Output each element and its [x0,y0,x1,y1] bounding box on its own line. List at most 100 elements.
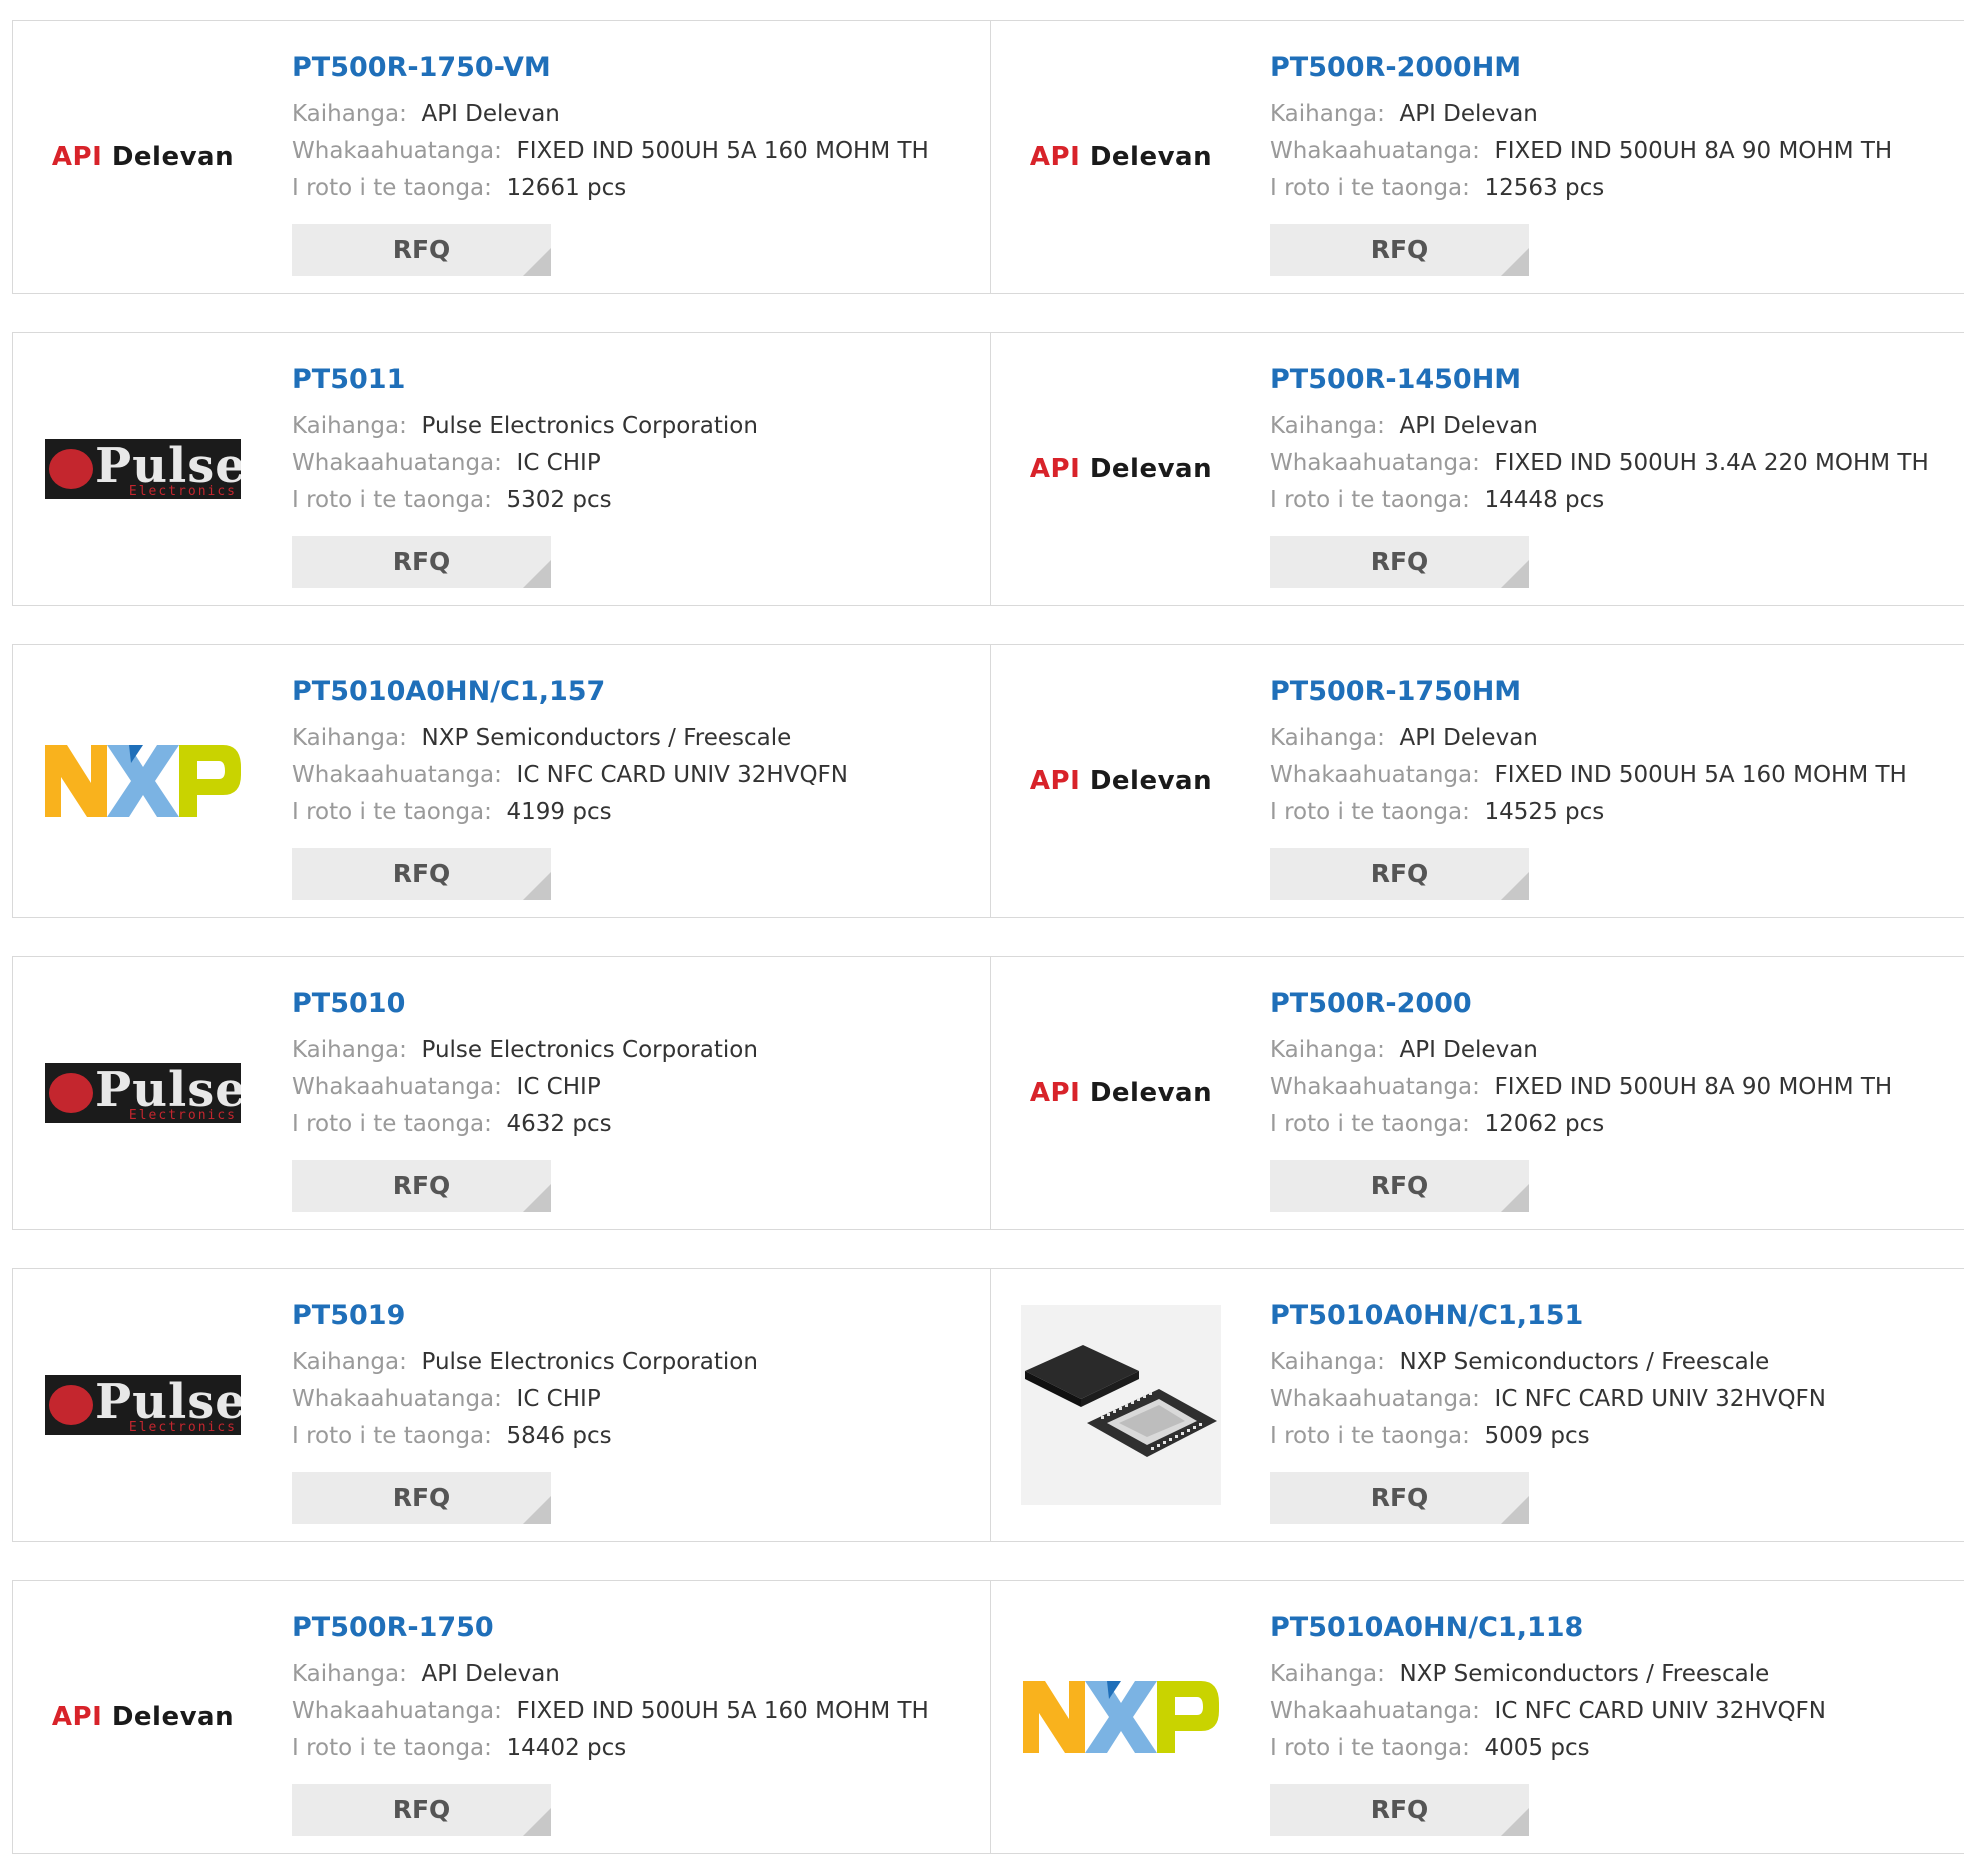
rfq-button-label: RFQ [392,859,451,888]
stock: I roto i te taonga: 12661 pcs [292,170,929,207]
column-divider [990,645,991,917]
stock: I roto i te taonga: 5009 pcs [1270,1418,1826,1455]
manufacturer: Kaihanga: API Delevan [1270,408,1929,445]
product-row: API Delevan PT500R-1750-VM Kaihanga: API D… [12,20,1964,294]
api-logo: API Delevan [1021,681,1221,881]
stock-value: 12661 pcs [506,175,627,201]
product-grid: API Delevan PT500R-1750-VM Kaihanga: API D… [0,0,1964,1854]
part-number-link[interactable]: PT5019 [292,1299,758,1333]
stock: I roto i te taonga: 4632 pcs [292,1106,758,1143]
part-number-link[interactable]: PT5010A0HN/C1,151 [1270,1299,1826,1333]
description-label: Whakaahuatanga: [1270,1074,1480,1100]
description-label: Whakaahuatanga: [1270,450,1480,476]
description-label: Whakaahuatanga: [1270,1698,1480,1724]
rfq-button[interactable]: RFQ [292,848,551,900]
rfq-button-label: RFQ [392,1483,451,1512]
rfq-button[interactable]: RFQ [292,1160,551,1212]
manufacturer-label: Kaihanga: [292,413,407,439]
manufacturer: Kaihanga: API Delevan [292,1656,929,1693]
description-label: Whakaahuatanga: [292,1386,502,1412]
description-value: FIXED IND 500UH 8A 90 MOHM TH [1494,1074,1893,1100]
stock: I roto i te taonga: 5846 pcs [292,1418,758,1455]
product-info: PT500R-1750-VM Kaihanga: API Delevan Whaka… [292,51,929,276]
description: Whakaahuatanga: FIXED IND 500UH 5A 160 M… [292,133,929,170]
pulse-logo: Pulse Electronics [43,369,243,569]
part-number-link[interactable]: PT500R-1750HM [1270,675,1907,709]
description: Whakaahuatanga: FIXED IND 500UH 8A 90 MO… [1270,133,1892,170]
part-number-link[interactable]: PT5010 [292,987,758,1021]
product-info: PT500R-2000HM Kaihanga: API Delevan Whakaa… [1270,51,1892,276]
rfq-button[interactable]: RFQ [1270,224,1529,276]
manufacturer-value: NXP Semiconductors / Freescale [421,725,792,751]
corner-fold-icon [1501,872,1529,900]
pulse-wave-icon [49,1385,93,1425]
stock: I roto i te taonga: 12062 pcs [1270,1106,1892,1143]
rfq-button[interactable]: RFQ [1270,536,1529,588]
description-value: IC NFC CARD UNIV 32HVQFN [1494,1698,1826,1724]
part-number-link[interactable]: PT5011 [292,363,758,397]
product-row: Pulse Electronics PT5010 Kaihanga: Pulse El… [12,956,1964,1230]
api-logo: API Delevan [1021,369,1221,569]
corner-fold-icon [1501,560,1529,588]
stock-label: I roto i te taonga: [1270,1111,1470,1137]
pulse-logo: Pulse Electronics [43,993,243,1193]
rfq-button-label: RFQ [1370,547,1429,576]
part-number-link[interactable]: PT500R-2000 [1270,987,1892,1021]
stock-label: I roto i te taonga: [292,487,492,513]
manufacturer: Kaihanga: NXP Semiconductors / Freescale [292,720,848,757]
manufacturer: Kaihanga: Pulse Electronics Corporation [292,1032,758,1069]
part-number-link[interactable]: PT500R-1750 [292,1611,929,1645]
manufacturer: Kaihanga: Pulse Electronics Corporation [292,408,758,445]
corner-fold-icon [523,1184,551,1212]
product-row: API Delevan PT500R-1750 Kaihanga: API Dele… [12,1580,1964,1854]
rfq-button[interactable]: RFQ [292,536,551,588]
product-info: PT5019 Kaihanga: Pulse Electronics Corpor… [292,1299,758,1524]
description-label: Whakaahuatanga: [1270,1386,1480,1412]
description: Whakaahuatanga: FIXED IND 500UH 5A 160 M… [292,1693,929,1730]
stock-label: I roto i te taonga: [292,1111,492,1137]
manufacturer-label: Kaihanga: [1270,101,1385,127]
product-row: PT5010A0HN/C1,157 Kaihanga: NXP Semicondu… [12,644,1964,918]
rfq-button[interactable]: RFQ [1270,848,1529,900]
rfq-button[interactable]: RFQ [1270,1472,1529,1524]
description: Whakaahuatanga: IC CHIP [292,1381,758,1418]
rfq-button[interactable]: RFQ [1270,1784,1529,1836]
manufacturer-value: API Delevan [421,1661,560,1687]
pulse-wave-icon [49,449,93,489]
rfq-button-label: RFQ [392,1171,451,1200]
corner-fold-icon [1501,1496,1529,1524]
corner-fold-icon [1501,1808,1529,1836]
column-divider [990,21,991,293]
rfq-button[interactable]: RFQ [292,1784,551,1836]
api-delevan-logo-text: API Delevan [1029,766,1213,796]
part-number-link[interactable]: PT500R-1750-VM [292,51,929,85]
corner-fold-icon [523,872,551,900]
product-info: PT500R-1450HM Kaihanga: API Delevan Whakaa… [1270,363,1929,588]
part-number-link[interactable]: PT5010A0HN/C1,118 [1270,1611,1826,1645]
stock-label: I roto i te taonga: [1270,487,1470,513]
description-label: Whakaahuatanga: [1270,138,1480,164]
part-number-link[interactable]: PT500R-2000HM [1270,51,1892,85]
description: Whakaahuatanga: FIXED IND 500UH 5A 160 M… [1270,757,1907,794]
description-label: Whakaahuatanga: [292,762,502,788]
stock-value: 5009 pcs [1484,1423,1590,1449]
manufacturer-value: Pulse Electronics Corporation [421,1349,758,1375]
api-logo: API Delevan [1021,993,1221,1193]
part-number-link[interactable]: PT5010A0HN/C1,157 [292,675,848,709]
pulse-electronics-logo: Pulse Electronics [45,1063,241,1123]
stock-value: 12062 pcs [1484,1111,1605,1137]
rfq-button-label: RFQ [1370,859,1429,888]
rfq-button[interactable]: RFQ [1270,1160,1529,1212]
description: Whakaahuatanga: IC NFC CARD UNIV 32HVQFN [292,757,848,794]
rfq-button[interactable]: RFQ [292,224,551,276]
product-info: PT5010A0HN/C1,118 Kaihanga: NXP Semicondu… [1270,1611,1826,1836]
manufacturer-value: NXP Semiconductors / Freescale [1399,1349,1770,1375]
manufacturer: Kaihanga: API Delevan [1270,96,1892,133]
part-number-link[interactable]: PT500R-1450HM [1270,363,1929,397]
stock-value: 14448 pcs [1484,487,1605,513]
manufacturer-value: Pulse Electronics Corporation [421,413,758,439]
manufacturer-label: Kaihanga: [1270,1037,1385,1063]
rfq-button[interactable]: RFQ [292,1472,551,1524]
corner-fold-icon [1501,248,1529,276]
api-delevan-logo-text: API Delevan [51,1702,235,1732]
